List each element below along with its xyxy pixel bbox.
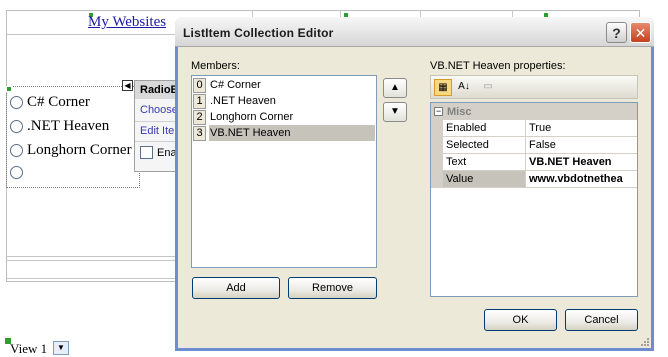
category-row[interactable]: − Misc [431, 103, 637, 120]
title-bar[interactable]: ListItem Collection Editor ? ✕ [175, 17, 654, 47]
members-list[interactable]: 0 C# Corner 1 .NET Heaven 2 Longhorn Cor… [191, 75, 377, 268]
property-grid[interactable]: − Misc Enabled True Selected False Text … [430, 102, 638, 297]
categorized-icon[interactable]: ▦ [434, 79, 452, 96]
property-row[interactable]: Enabled True [443, 120, 637, 137]
property-name: Selected [443, 137, 526, 153]
close-button[interactable]: ✕ [630, 22, 651, 43]
radio-item[interactable]: .NET Heaven [10, 118, 109, 135]
properties-label: VB.NET Heaven properties: [430, 60, 566, 72]
property-value[interactable]: False [526, 137, 637, 153]
radio-label: Longhorn Corner [27, 142, 132, 158]
alphabetical-icon[interactable]: A↓ [455, 79, 473, 96]
members-label: Members: [191, 60, 240, 72]
chevron-down-icon[interactable]: ▼ [53, 341, 69, 355]
list-item[interactable]: 2 Longhorn Corner [193, 109, 375, 125]
edit-items-link[interactable]: Edit Ite [140, 125, 174, 137]
dialog-body: Members: 0 C# Corner 1 .NET Heaven 2 Lon… [178, 47, 651, 348]
radio-circle-icon [10, 144, 23, 157]
property-row[interactable]: Text VB.NET Heaven [443, 154, 637, 171]
member-text: .NET Heaven [210, 95, 276, 107]
property-gutter [431, 120, 443, 188]
help-button[interactable]: ? [606, 22, 627, 43]
enable-autopostback-checkbox[interactable] [140, 146, 153, 159]
radio-item[interactable]: C# Corner [10, 94, 90, 111]
property-row[interactable]: Selected False [443, 137, 637, 154]
cancel-button[interactable]: Cancel [565, 309, 638, 331]
property-pages-icon[interactable]: ▭ [479, 79, 497, 96]
resize-grip-icon[interactable] [639, 336, 649, 346]
tasks-title: RadioB [135, 81, 179, 99]
remove-button[interactable]: Remove [288, 277, 377, 299]
member-text: VB.NET Heaven [209, 125, 375, 141]
add-button[interactable]: Add [192, 277, 280, 299]
radio-item[interactable]: Longhorn Corner [10, 142, 132, 159]
move-up-button[interactable]: ▲ [383, 78, 407, 98]
property-value[interactable]: www.vbdotnethea [526, 171, 637, 187]
smart-tag-icon[interactable]: ◀ [122, 80, 133, 91]
member-text: C# Corner [210, 79, 261, 91]
radio-circle-icon [10, 120, 23, 133]
member-index: 2 [193, 109, 206, 125]
radio-button-list-tasks-panel: RadioB Choose Edit Ite Ena [134, 80, 179, 172]
property-name: Value [443, 171, 526, 187]
member-index: 3 [193, 125, 206, 141]
radio-circle-icon [10, 166, 23, 179]
radio-circle-icon [10, 96, 23, 109]
control-tag-icon [6, 86, 12, 92]
radio-label: C# Corner [27, 94, 90, 110]
listitem-collection-editor-dialog: ListItem Collection Editor ? ✕ Members: … [175, 17, 654, 351]
member-index: 0 [193, 77, 206, 93]
property-grid-toolbar: ▦ A↓ ▭ [430, 75, 638, 99]
move-down-button[interactable]: ▼ [383, 102, 407, 122]
category-name: Misc [447, 105, 472, 118]
divider [135, 121, 178, 122]
property-name: Text [443, 154, 526, 170]
property-value[interactable]: True [526, 120, 637, 136]
my-websites-link[interactable]: My Websites [88, 14, 166, 31]
view-selector-value: View 1 [10, 341, 48, 356]
arrow-up-icon: ▲ [390, 82, 400, 93]
member-index: 1 [193, 93, 206, 109]
list-item[interactable]: 0 C# Corner [193, 77, 375, 93]
choose-data-source-link[interactable]: Choose [140, 104, 178, 116]
radio-item[interactable] [10, 166, 27, 179]
dialog-title: ListItem Collection Editor [183, 26, 334, 40]
divider [135, 141, 178, 142]
property-name: Enabled [443, 120, 526, 136]
list-item-selected[interactable]: 3 VB.NET Heaven [193, 125, 375, 141]
collapse-icon[interactable]: − [434, 107, 443, 116]
property-row-selected[interactable]: Value www.vbdotnethea [443, 171, 637, 188]
ok-button[interactable]: OK [484, 309, 557, 331]
member-text: Longhorn Corner [210, 111, 294, 123]
list-item[interactable]: 1 .NET Heaven [193, 93, 375, 109]
arrow-down-icon: ▼ [390, 106, 400, 117]
enable-autopostback-label: Ena [157, 147, 177, 159]
radio-label: .NET Heaven [27, 118, 110, 134]
property-value[interactable]: VB.NET Heaven [526, 154, 637, 170]
